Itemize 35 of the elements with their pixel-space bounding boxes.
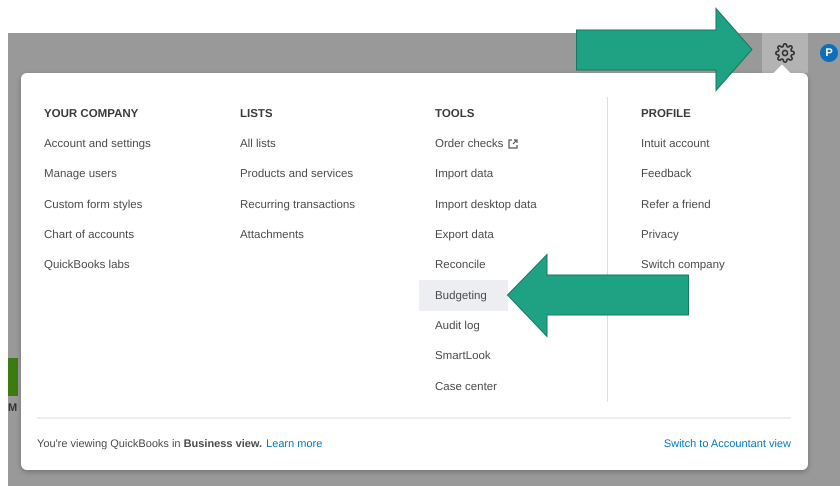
menu-item[interactable]: Order checks bbox=[419, 129, 524, 160]
view-note: You're viewing QuickBooks in Business view. bbox=[37, 438, 262, 450]
menu-item[interactable]: Account and settings bbox=[44, 134, 151, 154]
menu-item[interactable]: Export data bbox=[419, 220, 508, 250]
menu-item[interactable]: Recurring transactions bbox=[240, 194, 356, 215]
menu-item[interactable]: Switch company bbox=[641, 255, 725, 276]
settings-icon bbox=[775, 43, 795, 63]
menu-heading: PROFILE bbox=[641, 107, 691, 121]
profile-avatar[interactable]: P bbox=[820, 44, 838, 62]
menu-item[interactable]: All lists bbox=[240, 134, 276, 154]
menu-item[interactable]: Chart of accounts bbox=[44, 224, 134, 245]
menu-item[interactable]: Attachments bbox=[240, 224, 304, 245]
menu-item[interactable]: Case center bbox=[419, 371, 508, 402]
settings-button[interactable] bbox=[762, 33, 808, 73]
chart-bar bbox=[8, 358, 18, 396]
menu-item[interactable]: Import desktop data bbox=[419, 190, 543, 220]
menu-item[interactable]: SmartLook bbox=[419, 341, 508, 372]
menu-item[interactable]: Audit log bbox=[419, 310, 508, 342]
learn-more-link[interactable]: Learn more bbox=[266, 438, 322, 450]
menu-item[interactable]: Manage users bbox=[44, 164, 117, 184]
menu-item[interactable]: Refer a friend bbox=[641, 194, 711, 215]
menu-item[interactable]: Intuit account bbox=[641, 134, 710, 154]
menu-item[interactable]: Products and services bbox=[240, 164, 354, 184]
menu-item[interactable]: Import data bbox=[419, 159, 508, 190]
menu-heading: TOOLS bbox=[435, 107, 474, 121]
switch-view-link[interactable]: Switch to Accountant view bbox=[664, 438, 791, 450]
menu-item[interactable]: Custom form styles bbox=[44, 194, 142, 215]
menu-item[interactable]: Budgeting bbox=[419, 280, 508, 311]
axis-label: M bbox=[8, 402, 18, 414]
menu-item[interactable]: Reconcile bbox=[419, 250, 508, 280]
menu-item[interactable]: QuickBooks labs bbox=[44, 255, 130, 276]
menu-item[interactable]: Feedback bbox=[641, 164, 692, 184]
menu-heading: LISTS bbox=[240, 107, 273, 121]
menu-heading: YOUR COMPANY bbox=[44, 107, 138, 121]
menu-item[interactable]: Privacy bbox=[641, 224, 679, 245]
